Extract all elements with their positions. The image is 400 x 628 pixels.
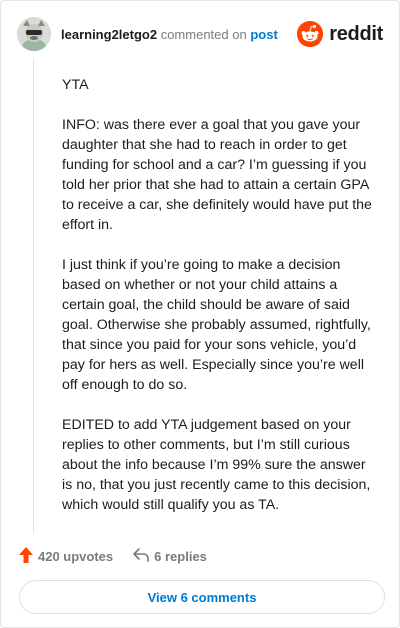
comment-meta: learning2letgo2 commented on post [61, 27, 278, 42]
upvote-button[interactable]: 420 upvotes [19, 546, 114, 566]
view-comments-button[interactable]: View 6 comments [19, 580, 385, 614]
comment-header: learning2letgo2 commented on post reddit [17, 17, 383, 51]
username-link[interactable]: learning2letgo2 [61, 27, 157, 42]
comment-paragraph: YTA [62, 77, 89, 93]
upvote-count: 420 upvotes [38, 548, 114, 564]
thread-line[interactable] [33, 59, 34, 533]
post-link[interactable]: post [250, 27, 277, 42]
comment-paragraph: INFO: was there ever a goal that you gav… [62, 117, 372, 233]
comment-body: YTA INFO: was there ever a goal that you… [62, 75, 376, 535]
comment-paragraph: I just think if you’re going to make a d… [62, 257, 371, 393]
comment-paragraph: EDITED to add YTA judgement based on you… [62, 417, 371, 513]
replies-button[interactable]: 6 replies [133, 547, 207, 565]
reddit-logo[interactable]: reddit [297, 21, 383, 47]
comment-footer: 420 upvotes 6 replies [19, 545, 381, 567]
reddit-snoo-icon [297, 21, 324, 47]
reddit-wordmark: reddit [329, 22, 383, 45]
reply-count: 6 replies [154, 548, 207, 564]
upvote-arrow-icon [19, 546, 33, 566]
comment-card: learning2letgo2 commented on post reddit [0, 0, 400, 628]
commented-on-text: commented on [160, 26, 247, 42]
reply-arrow-icon [133, 547, 149, 565]
avatar[interactable] [17, 17, 51, 51]
